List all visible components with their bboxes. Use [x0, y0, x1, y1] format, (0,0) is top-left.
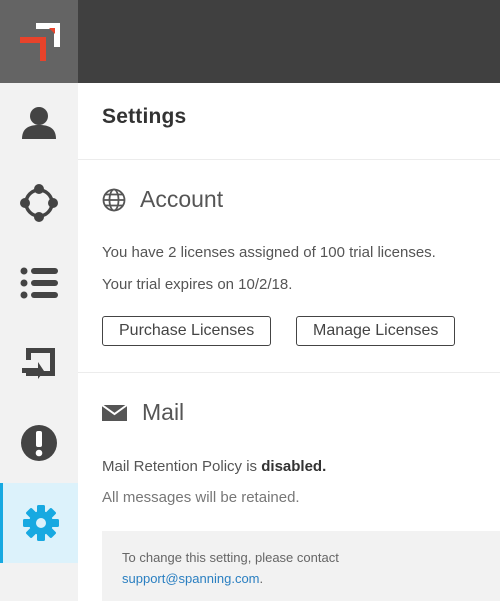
mail-section-header: Mail: [102, 399, 184, 426]
support-email-link[interactable]: support@spanning.com: [122, 571, 260, 586]
sidebar-item-users[interactable]: [0, 83, 78, 163]
network-icon: [20, 184, 58, 222]
mail-retention-policy: Mail Retention Policy is disabled.: [102, 458, 326, 475]
notice-period: .: [259, 571, 264, 586]
user-icon: [22, 107, 56, 139]
envelope-icon: [102, 403, 128, 421]
top-bar: [78, 0, 500, 83]
retained-text: All messages will be retained.: [102, 489, 300, 506]
notice-link-line: support@spanning.com.: [122, 568, 480, 589]
list-icon: [20, 267, 58, 299]
page-title: Settings: [102, 105, 187, 128]
logo[interactable]: [0, 0, 78, 83]
manage-licenses-button[interactable]: Manage Licenses: [296, 316, 456, 346]
gear-icon: [22, 505, 59, 541]
sidebar-item-restore[interactable]: [0, 323, 78, 403]
account-section-header: Account: [102, 186, 223, 213]
logo-icon: [20, 22, 60, 61]
sidebar-item-settings[interactable]: [0, 483, 78, 563]
settings-notice: To change this setting, please contact s…: [102, 531, 500, 601]
mail-section-title: Mail: [142, 399, 185, 425]
sidebar-item-alerts[interactable]: [0, 403, 78, 483]
sidebar-item-network[interactable]: [0, 163, 78, 243]
sidebar: [0, 0, 78, 601]
sidebar-item-list[interactable]: [0, 243, 78, 323]
main-content: Settings Account You have 2 licenses ass…: [78, 83, 500, 601]
policy-status: disabled.: [261, 458, 327, 475]
licenses-text: You have 2 licenses assigned of 100 tria…: [102, 244, 436, 261]
divider: [78, 159, 500, 160]
trial-expiry-text: Your trial expires on 10/2/18.: [102, 276, 293, 293]
app: Settings Account You have 2 licenses ass…: [0, 0, 500, 601]
globe-icon: [102, 188, 126, 211]
restore-icon: [22, 348, 55, 379]
notice-text: To change this setting, please contact: [122, 550, 339, 565]
account-section-title: Account: [140, 186, 224, 212]
purchase-licenses-button[interactable]: Purchase Licenses: [102, 316, 272, 346]
policy-label: Mail Retention Policy is: [102, 458, 262, 475]
divider: [78, 372, 500, 373]
alert-icon: [21, 425, 57, 461]
